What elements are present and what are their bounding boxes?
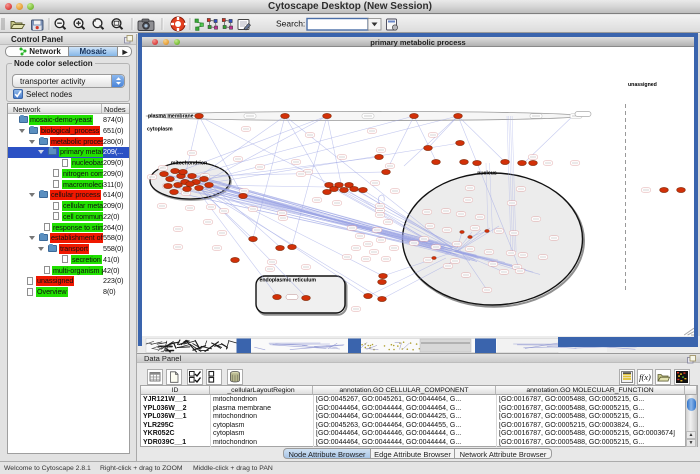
svg-text:cytoplasm: cytoplasm [147, 127, 173, 133]
svg-text:endoplasmic reticulum: endoplasmic reticulum [260, 278, 317, 284]
svg-text:nucleus: nucleus [477, 171, 497, 177]
svg-text:unassigned: unassigned [628, 82, 657, 88]
svg-text:Search:: Search: [276, 19, 305, 29]
svg-text:mitochondrion: mitochondrion [171, 161, 207, 167]
svg-text:plasma membrane: plasma membrane [148, 114, 194, 120]
svg-text:f(x): f(x) [639, 372, 651, 382]
